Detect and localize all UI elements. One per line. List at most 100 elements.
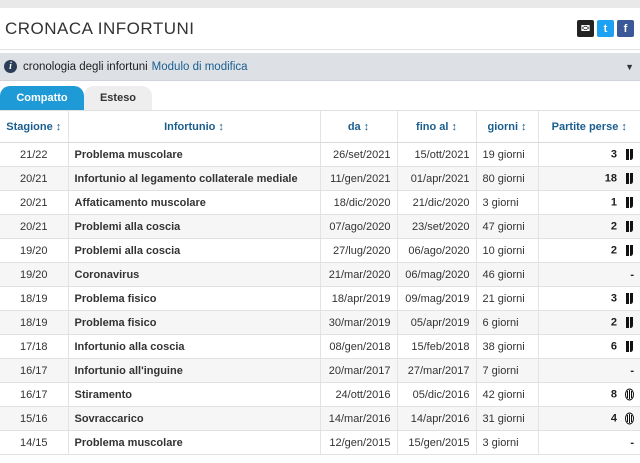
cell-from-value: 08/gen/2018: [329, 340, 391, 353]
cell-from-value: 11/gen/2021: [330, 172, 391, 185]
caret-down-icon[interactable]: ▼: [625, 62, 634, 72]
cell-season-value: 18/19: [19, 316, 48, 329]
cell-from: 24/ott/2016: [319, 382, 397, 407]
cell-missed-value[interactable]: 4: [611, 412, 617, 424]
cell-missed-value[interactable]: 1: [611, 196, 617, 208]
cell-season-value: 16/17: [19, 364, 48, 377]
cell-missed: 2: [537, 310, 640, 335]
cell-until: 06/ago/2020: [396, 238, 476, 263]
column-label: Stagione: [6, 120, 53, 133]
cell-season-value: 19/20: [19, 268, 48, 281]
club-logo-icon[interactable]: [625, 196, 634, 209]
tab-compact[interactable]: Compatto: [0, 86, 84, 110]
club-logo-icon[interactable]: [625, 148, 634, 161]
cell-injury: Problemi alla coscia: [67, 214, 320, 239]
cell-missed-value[interactable]: 18: [605, 172, 617, 184]
club-logo-icon[interactable]: [625, 220, 634, 233]
edit-form-link[interactable]: Modulo di modifica: [152, 61, 248, 73]
cell-days-value: 46 giorni: [482, 268, 525, 281]
cell-days: 38 giorni: [475, 334, 538, 359]
cell-days: 7 giorni: [475, 358, 538, 383]
club-logo-icon[interactable]: [625, 388, 634, 401]
cell-missed-value[interactable]: 6: [611, 340, 617, 352]
cell-missed-value[interactable]: 3: [611, 292, 617, 304]
cell-injury-value: Infortunio all'inguine: [74, 364, 183, 377]
info-icon: i: [4, 60, 17, 73]
cell-season-value: 21/22: [19, 148, 48, 161]
share-buttons: ✉ t f: [577, 20, 634, 37]
table-row: 18/19 Problema fisico 18/apr/2019 09/mag/20…: [0, 286, 640, 311]
cell-days-value: 47 giorni: [482, 220, 525, 233]
cell-days: 21 giorni: [475, 286, 538, 311]
cell-until-value: 06/ago/2020: [408, 244, 470, 257]
sort-icon: ↕: [55, 120, 62, 133]
cell-until: 21/dic/2020: [396, 190, 476, 215]
cell-injury-value: Problema fisico: [74, 316, 157, 329]
club-logo-icon[interactable]: [625, 412, 634, 425]
cell-until: 05/apr/2019: [396, 310, 476, 335]
cell-from: 14/mar/2016: [319, 406, 397, 431]
injury-table: Stagione ↕ Infortunio ↕ da ↕ fino al ↕ giorn…: [0, 110, 640, 455]
table-row: 19/20 Problemi alla coscia 27/lug/2020 06/a…: [0, 238, 640, 263]
cell-until-value: 09/mag/2019: [405, 292, 470, 305]
cell-from-value: 21/mar/2020: [328, 268, 391, 281]
cell-from: 18/dic/2020: [319, 190, 397, 215]
sort-icon: ↕: [218, 120, 224, 133]
cell-missed: 3: [537, 286, 640, 311]
table-row: 18/19 Problema fisico 30/mar/2019 05/apr/20…: [0, 310, 640, 335]
cell-until: 27/mar/2017: [396, 358, 476, 383]
cell-missed-value[interactable]: -: [630, 437, 634, 449]
email-share-icon[interactable]: ✉: [577, 20, 594, 37]
cell-season: 18/19: [0, 310, 68, 335]
cell-season-value: 20/21: [19, 196, 48, 209]
cell-missed: 2: [537, 238, 640, 263]
tab-extended[interactable]: Esteso: [84, 86, 152, 110]
cell-missed-value[interactable]: 8: [611, 388, 617, 400]
facebook-share-icon[interactable]: f: [617, 20, 634, 37]
cell-missed-value[interactable]: -: [630, 269, 634, 281]
title-bar: CRONACA INFORTUNI ✉ t f: [0, 8, 640, 50]
column-header-injury[interactable]: Infortunio ↕: [67, 110, 320, 143]
cell-missed-value[interactable]: 2: [611, 220, 617, 232]
info-bar[interactable]: i cronologia degli infortuni Modulo di m…: [0, 53, 640, 81]
cell-from: 08/gen/2018: [319, 334, 397, 359]
cell-from: 07/ago/2020: [319, 214, 397, 239]
cell-missed: 2: [537, 214, 640, 239]
cell-from-value: 12/gen/2015: [329, 436, 391, 449]
column-label: Infortunio: [164, 120, 216, 133]
club-logo-icon[interactable]: [625, 244, 634, 257]
cell-days-value: 6 giorni: [482, 316, 519, 329]
cell-from-value: 27/lug/2020: [333, 244, 391, 257]
cell-days: 3 giorni: [475, 430, 538, 455]
cell-days-value: 19 giorni: [482, 148, 525, 161]
cell-until: 06/mag/2020: [396, 262, 476, 287]
cell-missed-value[interactable]: 2: [611, 316, 617, 328]
cell-until: 09/mag/2019: [396, 286, 476, 311]
cell-missed-value[interactable]: 2: [611, 244, 617, 256]
cell-days-value: 3 giorni: [482, 436, 519, 449]
column-header-until[interactable]: fino al ↕: [396, 110, 476, 143]
column-header-season[interactable]: Stagione ↕: [0, 110, 68, 143]
club-logo-icon[interactable]: [625, 172, 634, 185]
cell-days: 47 giorni: [475, 214, 538, 239]
club-logo-icon[interactable]: [625, 292, 634, 305]
cell-until: 01/apr/2021: [396, 166, 476, 191]
cell-from: 21/mar/2020: [319, 262, 397, 287]
twitter-share-icon[interactable]: t: [597, 20, 614, 37]
cell-season: 18/19: [0, 286, 68, 311]
cell-missed-value[interactable]: -: [630, 365, 634, 377]
table-header-row: Stagione ↕ Infortunio ↕ da ↕ fino al ↕ giorn…: [0, 110, 640, 143]
cell-injury-value: Problemi alla coscia: [74, 244, 181, 257]
cell-missed-value[interactable]: 3: [611, 148, 617, 160]
cell-season: 20/21: [0, 214, 68, 239]
cell-from: 12/gen/2015: [319, 430, 397, 455]
column-header-days[interactable]: giorni ↕: [475, 110, 538, 143]
club-logo-icon[interactable]: [625, 340, 634, 353]
cell-missed: 6: [537, 334, 640, 359]
club-logo-icon[interactable]: [625, 316, 634, 329]
cell-from: 30/mar/2019: [319, 310, 397, 335]
cell-from: 20/mar/2017: [319, 358, 397, 383]
column-header-from[interactable]: da ↕: [319, 110, 397, 143]
column-header-missed[interactable]: Partite perse ↕: [537, 110, 640, 143]
cell-days-value: 38 giorni: [482, 340, 525, 353]
